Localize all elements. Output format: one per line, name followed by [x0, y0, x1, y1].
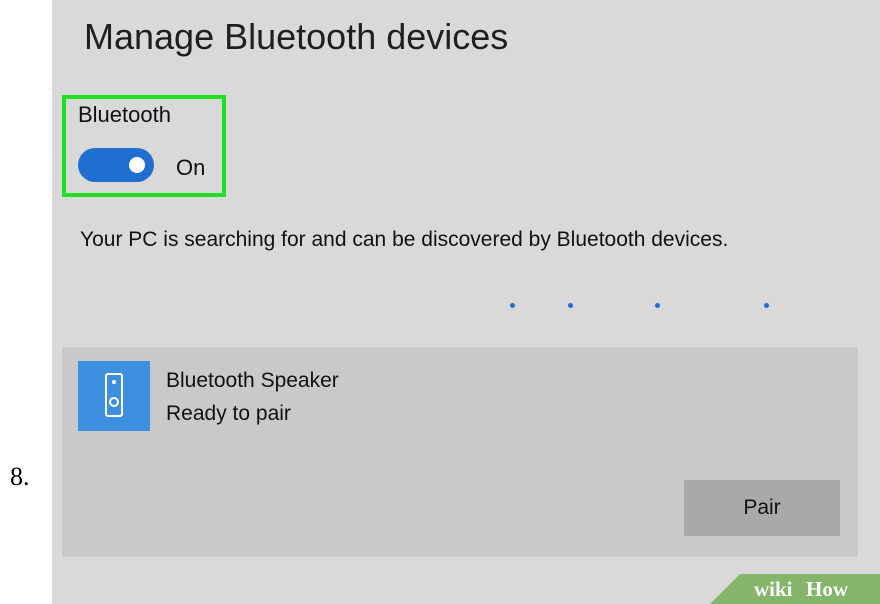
wikihow-watermark: wiki How	[710, 574, 880, 604]
speaker-tweeter	[112, 380, 116, 384]
speaker-woofer	[109, 397, 119, 407]
device-name: Bluetooth Speaker	[166, 369, 339, 392]
device-status: Ready to pair	[166, 402, 291, 425]
bluetooth-label: Bluetooth	[78, 102, 171, 127]
searching-dot	[655, 303, 660, 308]
device-list-item[interactable]: Bluetooth Speaker Ready to pair Pair	[62, 347, 858, 557]
bluetooth-state-label: On	[176, 155, 206, 180]
speaker-body	[105, 373, 123, 417]
searching-dot	[764, 303, 769, 308]
watermark-wiki: wiki	[754, 577, 793, 601]
searching-dot	[510, 303, 515, 308]
bluetooth-toggle[interactable]	[78, 148, 154, 182]
pair-button[interactable]: Pair	[684, 480, 840, 536]
discovery-status-text: Your PC is searching for and can be disc…	[80, 228, 729, 251]
step-number: 8.	[10, 462, 30, 491]
bluetooth-settings-panel: Manage Bluetooth devices Bluetooth On Yo…	[52, 0, 880, 604]
watermark-how: How	[806, 577, 848, 601]
speaker-icon	[78, 361, 150, 431]
searching-dot	[568, 303, 573, 308]
toggle-knob	[129, 157, 145, 173]
page-title: Manage Bluetooth devices	[84, 16, 509, 57]
